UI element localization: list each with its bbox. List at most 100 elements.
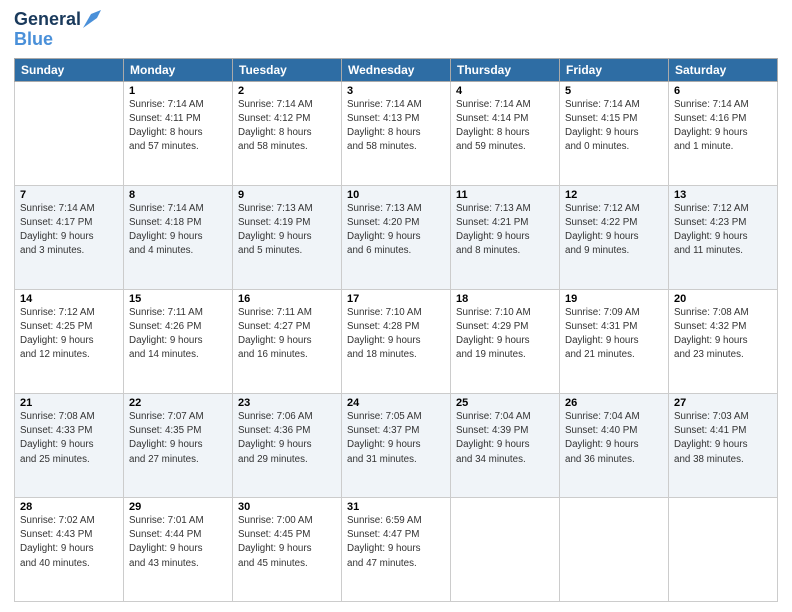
day-number: 31	[347, 501, 445, 513]
calendar-cell: 17Sunrise: 7:10 AMSunset: 4:28 PMDayligh…	[342, 289, 451, 393]
day-info: Sunrise: 7:09 AMSunset: 4:31 PMDaylight:…	[565, 306, 663, 363]
day-number: 28	[20, 501, 118, 513]
day-number: 20	[674, 293, 772, 305]
day-info: Sunrise: 7:07 AMSunset: 4:35 PMDaylight:…	[129, 410, 227, 467]
calendar-cell: 6Sunrise: 7:14 AMSunset: 4:16 PMDaylight…	[669, 81, 778, 185]
calendar-header-thursday: Thursday	[451, 58, 560, 81]
day-number: 6	[674, 85, 772, 97]
calendar-cell: 28Sunrise: 7:02 AMSunset: 4:43 PMDayligh…	[15, 497, 124, 601]
day-number: 30	[238, 501, 336, 513]
calendar-cell: 12Sunrise: 7:12 AMSunset: 4:22 PMDayligh…	[560, 185, 669, 289]
day-number: 3	[347, 85, 445, 97]
calendar-cell: 8Sunrise: 7:14 AMSunset: 4:18 PMDaylight…	[124, 185, 233, 289]
day-number: 1	[129, 85, 227, 97]
calendar-cell	[15, 81, 124, 185]
calendar-cell: 11Sunrise: 7:13 AMSunset: 4:21 PMDayligh…	[451, 185, 560, 289]
calendar-header-friday: Friday	[560, 58, 669, 81]
day-info: Sunrise: 7:14 AMSunset: 4:18 PMDaylight:…	[129, 202, 227, 259]
calendar-cell: 10Sunrise: 7:13 AMSunset: 4:20 PMDayligh…	[342, 185, 451, 289]
calendar-cell	[669, 497, 778, 601]
day-info: Sunrise: 7:13 AMSunset: 4:21 PMDaylight:…	[456, 202, 554, 259]
day-number: 13	[674, 189, 772, 201]
day-info: Sunrise: 7:08 AMSunset: 4:33 PMDaylight:…	[20, 410, 118, 467]
day-info: Sunrise: 6:59 AMSunset: 4:47 PMDaylight:…	[347, 514, 445, 571]
day-number: 21	[20, 397, 118, 409]
day-info: Sunrise: 7:14 AMSunset: 4:14 PMDaylight:…	[456, 98, 554, 155]
calendar-cell: 4Sunrise: 7:14 AMSunset: 4:14 PMDaylight…	[451, 81, 560, 185]
calendar-cell: 21Sunrise: 7:08 AMSunset: 4:33 PMDayligh…	[15, 393, 124, 497]
calendar-header-sunday: Sunday	[15, 58, 124, 81]
day-info: Sunrise: 7:12 AMSunset: 4:25 PMDaylight:…	[20, 306, 118, 363]
calendar-header-row: SundayMondayTuesdayWednesdayThursdayFrid…	[15, 58, 778, 81]
calendar-cell: 30Sunrise: 7:00 AMSunset: 4:45 PMDayligh…	[233, 497, 342, 601]
day-number: 14	[20, 293, 118, 305]
calendar-cell: 5Sunrise: 7:14 AMSunset: 4:15 PMDaylight…	[560, 81, 669, 185]
day-info: Sunrise: 7:10 AMSunset: 4:29 PMDaylight:…	[456, 306, 554, 363]
day-info: Sunrise: 7:05 AMSunset: 4:37 PMDaylight:…	[347, 410, 445, 467]
calendar-cell: 31Sunrise: 6:59 AMSunset: 4:47 PMDayligh…	[342, 497, 451, 601]
day-info: Sunrise: 7:13 AMSunset: 4:19 PMDaylight:…	[238, 202, 336, 259]
day-info: Sunrise: 7:14 AMSunset: 4:16 PMDaylight:…	[674, 98, 772, 155]
calendar-cell: 16Sunrise: 7:11 AMSunset: 4:27 PMDayligh…	[233, 289, 342, 393]
day-number: 17	[347, 293, 445, 305]
calendar-cell: 13Sunrise: 7:12 AMSunset: 4:23 PMDayligh…	[669, 185, 778, 289]
calendar-cell: 29Sunrise: 7:01 AMSunset: 4:44 PMDayligh…	[124, 497, 233, 601]
day-number: 19	[565, 293, 663, 305]
main-container: General Blue SundayMondayTuesdayWednesda…	[0, 0, 792, 612]
calendar-week-row: 1Sunrise: 7:14 AMSunset: 4:11 PMDaylight…	[15, 81, 778, 185]
day-number: 7	[20, 189, 118, 201]
day-number: 2	[238, 85, 336, 97]
logo-line1: General	[14, 10, 101, 30]
calendar-header-saturday: Saturday	[669, 58, 778, 81]
day-number: 15	[129, 293, 227, 305]
day-number: 5	[565, 85, 663, 97]
logo-text-general: General	[14, 10, 81, 30]
day-number: 23	[238, 397, 336, 409]
day-info: Sunrise: 7:08 AMSunset: 4:32 PMDaylight:…	[674, 306, 772, 363]
calendar-table: SundayMondayTuesdayWednesdayThursdayFrid…	[14, 58, 778, 602]
day-info: Sunrise: 7:14 AMSunset: 4:13 PMDaylight:…	[347, 98, 445, 155]
day-info: Sunrise: 7:02 AMSunset: 4:43 PMDaylight:…	[20, 514, 118, 571]
day-number: 24	[347, 397, 445, 409]
day-number: 22	[129, 397, 227, 409]
day-number: 29	[129, 501, 227, 513]
day-info: Sunrise: 7:01 AMSunset: 4:44 PMDaylight:…	[129, 514, 227, 571]
day-number: 8	[129, 189, 227, 201]
calendar-cell: 7Sunrise: 7:14 AMSunset: 4:17 PMDaylight…	[15, 185, 124, 289]
calendar-week-row: 21Sunrise: 7:08 AMSunset: 4:33 PMDayligh…	[15, 393, 778, 497]
logo: General Blue	[14, 10, 101, 50]
day-number: 27	[674, 397, 772, 409]
day-info: Sunrise: 7:14 AMSunset: 4:17 PMDaylight:…	[20, 202, 118, 259]
day-info: Sunrise: 7:11 AMSunset: 4:27 PMDaylight:…	[238, 306, 336, 363]
calendar-cell: 14Sunrise: 7:12 AMSunset: 4:25 PMDayligh…	[15, 289, 124, 393]
calendar-cell: 2Sunrise: 7:14 AMSunset: 4:12 PMDaylight…	[233, 81, 342, 185]
calendar-week-row: 14Sunrise: 7:12 AMSunset: 4:25 PMDayligh…	[15, 289, 778, 393]
calendar-cell: 23Sunrise: 7:06 AMSunset: 4:36 PMDayligh…	[233, 393, 342, 497]
calendar-cell: 20Sunrise: 7:08 AMSunset: 4:32 PMDayligh…	[669, 289, 778, 393]
day-info: Sunrise: 7:14 AMSunset: 4:15 PMDaylight:…	[565, 98, 663, 155]
day-info: Sunrise: 7:06 AMSunset: 4:36 PMDaylight:…	[238, 410, 336, 467]
calendar-cell: 27Sunrise: 7:03 AMSunset: 4:41 PMDayligh…	[669, 393, 778, 497]
calendar-header-monday: Monday	[124, 58, 233, 81]
logo-text-blue: Blue	[14, 29, 53, 49]
calendar-cell	[451, 497, 560, 601]
calendar-cell: 3Sunrise: 7:14 AMSunset: 4:13 PMDaylight…	[342, 81, 451, 185]
logo-line2: Blue	[14, 30, 53, 50]
logo-bird-icon	[83, 10, 101, 28]
day-info: Sunrise: 7:03 AMSunset: 4:41 PMDaylight:…	[674, 410, 772, 467]
day-number: 9	[238, 189, 336, 201]
day-info: Sunrise: 7:10 AMSunset: 4:28 PMDaylight:…	[347, 306, 445, 363]
calendar-cell: 18Sunrise: 7:10 AMSunset: 4:29 PMDayligh…	[451, 289, 560, 393]
day-number: 10	[347, 189, 445, 201]
calendar-header-tuesday: Tuesday	[233, 58, 342, 81]
calendar-cell: 15Sunrise: 7:11 AMSunset: 4:26 PMDayligh…	[124, 289, 233, 393]
calendar-cell: 9Sunrise: 7:13 AMSunset: 4:19 PMDaylight…	[233, 185, 342, 289]
calendar-cell: 19Sunrise: 7:09 AMSunset: 4:31 PMDayligh…	[560, 289, 669, 393]
calendar-cell: 24Sunrise: 7:05 AMSunset: 4:37 PMDayligh…	[342, 393, 451, 497]
day-number: 18	[456, 293, 554, 305]
day-number: 16	[238, 293, 336, 305]
day-info: Sunrise: 7:12 AMSunset: 4:23 PMDaylight:…	[674, 202, 772, 259]
day-number: 12	[565, 189, 663, 201]
day-info: Sunrise: 7:14 AMSunset: 4:11 PMDaylight:…	[129, 98, 227, 155]
calendar-week-row: 28Sunrise: 7:02 AMSunset: 4:43 PMDayligh…	[15, 497, 778, 601]
